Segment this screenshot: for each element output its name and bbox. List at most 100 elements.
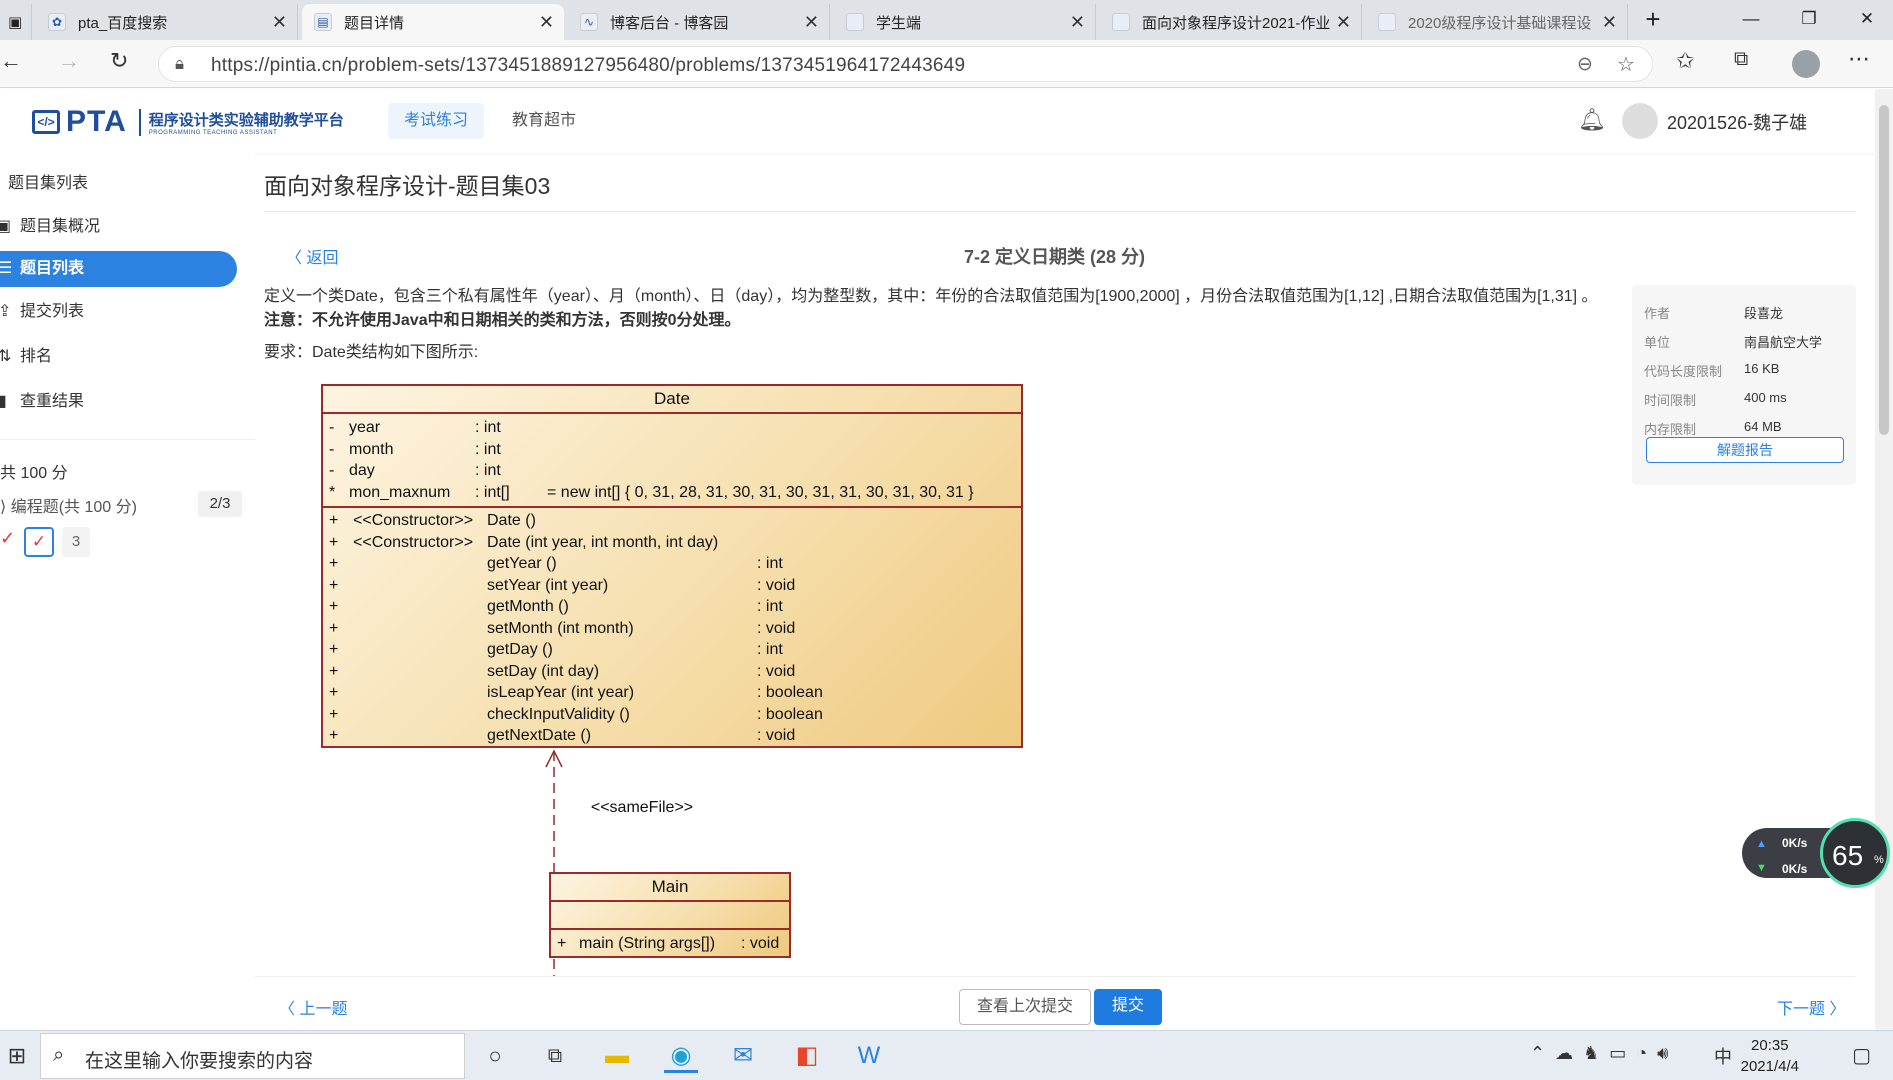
uml-class-name: Main	[551, 874, 789, 902]
desc-requirement: 要求：Date类结构如下图所示:	[264, 344, 479, 361]
minimize-icon[interactable]: —	[1722, 0, 1780, 40]
page-scrollbar[interactable]	[1875, 89, 1893, 1030]
profile-avatar-icon[interactable]	[1792, 50, 1820, 78]
overview-icon: ▣	[0, 218, 12, 235]
scrollbar-thumb[interactable]	[1879, 105, 1889, 435]
close-icon[interactable]: ✕	[1336, 12, 1351, 33]
plagiarism-icon: ▮	[0, 393, 7, 410]
collections-icon[interactable]: ⧉	[1734, 48, 1748, 71]
tab-title: 2020级程序设计基础课程设	[1408, 14, 1592, 32]
view-last-submission-button[interactable]: 查看上次提交	[959, 989, 1091, 1025]
cortana-icon[interactable]: ○	[478, 1039, 512, 1073]
refresh-icon[interactable]: ↻	[110, 48, 128, 74]
edge-browser-icon[interactable]: ◉	[664, 1039, 698, 1073]
user-avatar[interactable]	[1622, 103, 1658, 139]
uml-attribute: - month: int	[329, 440, 501, 458]
tab-title: pta_百度搜索	[78, 14, 168, 32]
close-icon[interactable]: ✕	[1602, 12, 1617, 33]
uml-relation-label: <<sameFile>>	[590, 799, 694, 816]
usage-percent: 65	[1832, 840, 1864, 871]
new-tab-icon[interactable]: +	[1624, 0, 1682, 40]
pta-icon: ▤	[314, 13, 332, 31]
problem-title: 7-2 定义日期类 (28 分)	[964, 247, 1146, 267]
search-placeholder: 在这里输入你要搜索的内容	[85, 1051, 314, 1072]
sidebar-item-problem-list[interactable]: ☰ 题目列表	[0, 251, 237, 287]
problem-2-status-icon[interactable]: ✓	[24, 527, 54, 557]
sidebar-item-ranking[interactable]: ⇅ 排名	[0, 339, 237, 375]
clock[interactable]: 20:35 2021/4/4	[1741, 1035, 1799, 1077]
file-explorer-icon[interactable]: ▬	[600, 1039, 634, 1073]
wrong-mark-icon[interactable]: ✓	[0, 528, 15, 549]
back-arrow-icon[interactable]: ←	[0, 48, 22, 74]
lock-icon: 🔒︎	[175, 54, 185, 73]
site-header: </> PTA 程序设计类实验辅助教学平台 PROGRAMMING TEACHI…	[0, 89, 1875, 153]
search-icon: ⌕	[53, 1044, 65, 1066]
windows-start-icon[interactable]: ⊞	[0, 1039, 34, 1073]
category-row[interactable]: ⟩ 编程题(共 100 分)	[0, 493, 137, 517]
report-button[interactable]: 解题报告	[1646, 437, 1844, 463]
chevron-left-icon: 〈	[286, 250, 307, 267]
back-link[interactable]: 〈 返回	[286, 244, 338, 268]
nav-exam-practice[interactable]: 考试练习	[388, 103, 485, 139]
sidebar-item-overview[interactable]: ▣ 题目集概况	[0, 209, 237, 245]
zoom-icon[interactable]: ⊖	[1577, 53, 1593, 76]
uml-attributes: - year: int - month: int - day: int * mon_ma…	[323, 414, 1021, 508]
tab-course-design[interactable]: 2020级程序设计基础课程设 ✕	[1366, 4, 1628, 40]
tab-problem-detail[interactable]: ▤ 题目详情 ✕	[302, 4, 564, 40]
problem-3-button[interactable]: 3	[62, 527, 90, 557]
tab-actions-icon[interactable]: ▣	[0, 4, 32, 40]
ime-indicator[interactable]: 中	[1714, 1043, 1732, 1069]
url-text: https://pintia.cn/problem-sets/137345188…	[211, 55, 966, 76]
nav-edu-market[interactable]: 教育超市	[496, 103, 592, 139]
restore-icon[interactable]: ❐	[1780, 0, 1838, 40]
info-row-org: 单位 南昌航空大学	[1644, 335, 1823, 350]
page-icon	[846, 13, 864, 31]
close-icon[interactable]: ✕	[272, 12, 287, 33]
user-name[interactable]: 20201526-魏子雄	[1667, 109, 1807, 135]
problem-info-panel: 作者 段喜龙 单位 南昌航空大学 代码长度限制 16 KB 时间限制 400 ms 内存…	[1632, 285, 1856, 485]
wps-icon[interactable]: W	[852, 1039, 886, 1073]
uml-attribute: - day: int	[329, 462, 501, 479]
submit-button[interactable]: 提交	[1094, 989, 1162, 1025]
favorites-icon[interactable]: ✩	[1676, 48, 1694, 74]
uml-class-name: Date	[323, 386, 1021, 414]
window-close-icon[interactable]: ✕	[1838, 0, 1893, 40]
taskbar-search[interactable]: ⌕ 在这里输入你要搜索的内容	[40, 1033, 465, 1079]
sidebar-section-title[interactable]: 题目集列表	[8, 169, 88, 193]
favorite-add-icon[interactable]: ☆	[1617, 52, 1635, 77]
category-label: 编程题(共 100 分)	[10, 499, 137, 516]
url-field[interactable]: 🔒︎ https://pintia.cn/problem-sets/137345…	[158, 46, 1653, 82]
bell-icon[interactable]: 🔔︎	[1578, 107, 1606, 133]
office-icon[interactable]: ◧	[790, 1039, 824, 1073]
upload-speed: 0K/s	[1782, 836, 1808, 850]
sidebar: 题目集列表 ▣ 题目集概况 ☰ 题目列表 ⇪ 提交列表 ⇅ 排名 ▮ 查重结果 共 100…	[0, 153, 255, 1029]
pta-logo[interactable]: </> PTA 程序设计类实验辅助教学平台 PROGRAMMING TEACHI…	[32, 105, 344, 139]
tab-oop-homework[interactable]: 面向对象程序设计2021-作业 ✕	[1100, 4, 1362, 40]
uml-method: + setDay (int day): void	[329, 662, 796, 680]
tab-student[interactable]: 学生端 ✕	[834, 4, 1096, 40]
uml-method: + <<Constructor>> Date ()	[329, 512, 536, 529]
mail-icon[interactable]: ✉	[726, 1039, 760, 1073]
close-icon[interactable]: ✕	[539, 12, 554, 33]
sidebar-item-plagiarism[interactable]: ▮ 查重结果	[0, 384, 237, 420]
forward-arrow-icon[interactable]: →	[58, 48, 80, 74]
clock-time: 20:35	[1751, 1037, 1789, 1054]
task-view-icon[interactable]: ⧉	[538, 1039, 572, 1073]
next-problem-link[interactable]: 下一题 〉	[1777, 995, 1845, 1019]
notification-icon[interactable]: ▢	[1852, 1043, 1871, 1068]
close-icon[interactable]: ✕	[1070, 12, 1085, 33]
chevron-right-icon: 〉	[1825, 1001, 1846, 1018]
tab-title: 博客后台 - 博客园	[610, 14, 729, 32]
tab-baidu[interactable]: ✿ pta_百度搜索 ✕	[36, 4, 298, 40]
address-bar: ← → ↻ 🔒︎ https://pintia.cn/problem-sets/…	[0, 40, 1893, 88]
page-icon	[1378, 13, 1396, 31]
network-speed-widget[interactable]: ▲ 0K/s ▼ 0K/s 65 %	[1742, 818, 1892, 888]
uml-method: + setYear (int year): void	[329, 576, 796, 594]
close-icon[interactable]: ✕	[804, 12, 819, 33]
sidebar-item-submissions[interactable]: ⇪ 提交列表	[0, 294, 237, 330]
tab-cnblogs[interactable]: ∿ 博客后台 - 博客园 ✕	[568, 4, 830, 40]
system-tray-icons[interactable]: ⌃☁♞▭◔🔊︎	[1530, 1043, 1678, 1064]
browser-tab-bar: ▣ ✿ pta_百度搜索 ✕ ▤ 题目详情 ✕ ∿ 博客后台 - 博客园 ✕ 学…	[0, 0, 1893, 40]
prev-problem-link[interactable]: 〈 上一题	[279, 995, 347, 1019]
more-menu-icon[interactable]: ⋯	[1848, 46, 1870, 72]
